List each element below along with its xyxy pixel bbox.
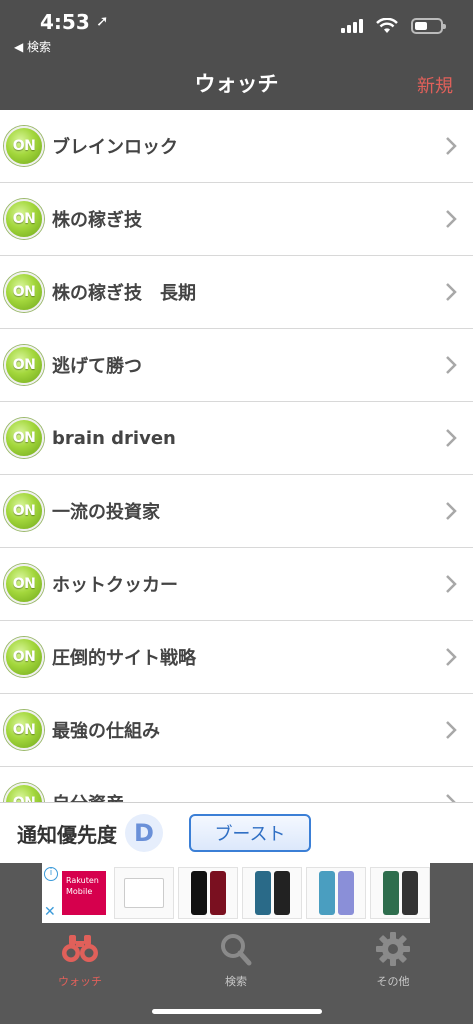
status-indicators xyxy=(341,18,446,34)
tab-search[interactable]: 検索 xyxy=(176,931,296,989)
chevron-right-icon xyxy=(446,210,457,228)
chevron-right-icon xyxy=(446,137,457,155)
list-item-label: 株の稼ぎ技 xyxy=(52,210,142,231)
new-button[interactable]: 新規 xyxy=(417,72,453,98)
watch-list: ON ブレインロック ON 株の稼ぎ技 ON 株の稼ぎ技 長期 ON 逃げて勝つ… xyxy=(0,110,473,802)
on-toggle[interactable]: ON xyxy=(4,783,44,802)
chevron-right-icon xyxy=(446,794,456,802)
on-toggle[interactable]: ON xyxy=(4,564,44,604)
chevron-right-icon xyxy=(446,502,457,520)
tab-other[interactable]: その他 xyxy=(333,931,453,989)
on-toggle[interactable]: ON xyxy=(4,199,44,239)
list-item[interactable]: ON 株の稼ぎ技 長期 xyxy=(0,256,473,329)
wifi-icon xyxy=(376,18,398,33)
ad-product-image xyxy=(370,867,430,919)
on-toggle[interactable]: ON xyxy=(4,710,44,750)
location-icon: ➚ xyxy=(96,12,109,30)
page-title: ウォッチ xyxy=(194,72,279,96)
list-item[interactable]: ON brain driven xyxy=(0,402,473,475)
list-item-label: brain driven xyxy=(52,427,176,449)
ad-brand-logo: Rakuten Mobile xyxy=(62,871,106,915)
ad-product-image xyxy=(242,867,302,919)
on-toggle[interactable]: ON xyxy=(4,345,44,385)
list-item[interactable]: ON 株の稼ぎ技 xyxy=(0,183,473,256)
chevron-right-icon xyxy=(446,575,457,593)
list-item-label: 自分資産 xyxy=(52,790,124,802)
signal-icon xyxy=(341,19,363,33)
list-item[interactable]: ON ブレインロック xyxy=(0,110,473,183)
tab-other-label: その他 xyxy=(376,975,410,988)
ad-banner[interactable]: i ✕ Rakuten Mobile xyxy=(42,863,430,923)
tab-search-label: 検索 xyxy=(225,975,247,988)
home-indicator[interactable] xyxy=(152,1009,322,1014)
list-item[interactable]: ON 逃げて勝つ xyxy=(0,329,473,402)
notification-priority-bar: 通知優先度 D ブースト xyxy=(0,802,473,863)
on-toggle[interactable]: ON xyxy=(4,126,44,166)
status-time: 4:53 xyxy=(40,10,90,34)
search-icon xyxy=(221,934,252,966)
battery-icon xyxy=(411,18,446,34)
ad-close-icon[interactable]: ✕ xyxy=(44,905,56,919)
tab-bar: ウォッチ 検索 その他 xyxy=(0,923,473,1024)
tab-watch[interactable]: ウォッチ xyxy=(20,931,140,989)
list-item[interactable]: ON 一流の投資家 xyxy=(0,475,473,548)
on-toggle[interactable]: ON xyxy=(4,637,44,677)
on-toggle[interactable]: ON xyxy=(4,491,44,531)
list-item-label: 最強の仕組み xyxy=(52,721,160,742)
list-item[interactable]: ON 自分資産 xyxy=(0,767,473,802)
chevron-right-icon xyxy=(446,648,457,666)
list-item-label: 圧倒的サイト戦略 xyxy=(52,648,196,669)
chevron-right-icon xyxy=(446,429,457,447)
on-toggle[interactable]: ON xyxy=(4,272,44,312)
ad-area: i ✕ Rakuten Mobile xyxy=(0,863,473,923)
back-to-app-link[interactable]: ◀ 検索 xyxy=(14,38,51,55)
top-bar: 4:53 ➚ ◀ 検索 ウォッチ 新規 xyxy=(0,0,473,110)
gear-icon xyxy=(376,932,410,966)
chevron-right-icon xyxy=(446,283,457,301)
priority-label: 通知優先度 xyxy=(17,822,117,847)
ad-info-icon[interactable]: i xyxy=(44,867,58,881)
list-item[interactable]: ON 最強の仕組み xyxy=(0,694,473,767)
priority-level-badge: D xyxy=(125,814,163,852)
binoculars-icon xyxy=(62,935,98,962)
list-item[interactable]: ON ホットクッカー xyxy=(0,548,473,621)
on-toggle[interactable]: ON xyxy=(4,418,44,458)
list-item-label: ブレインロック xyxy=(52,137,178,158)
list-item[interactable]: ON 圧倒的サイト戦略 xyxy=(0,621,473,694)
list-item-label: 一流の投資家 xyxy=(52,502,160,523)
ad-product-image xyxy=(306,867,366,919)
ad-product-image xyxy=(178,867,238,919)
chevron-right-icon xyxy=(446,721,457,739)
ad-product-image xyxy=(114,867,174,919)
list-item-label: ホットクッカー xyxy=(52,575,178,596)
list-item-label: 株の稼ぎ技 長期 xyxy=(52,283,196,304)
chevron-right-icon xyxy=(446,356,457,374)
list-item-label: 逃げて勝つ xyxy=(52,356,142,377)
tab-watch-label: ウォッチ xyxy=(58,975,102,988)
boost-button[interactable]: ブースト xyxy=(189,814,311,852)
